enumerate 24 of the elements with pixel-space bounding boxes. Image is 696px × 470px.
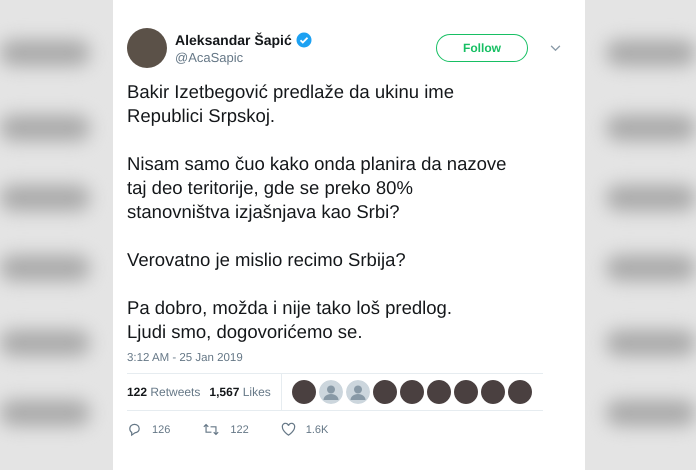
action-count: 122 <box>230 424 249 436</box>
author-name[interactable]: Aleksandar Šapić <box>175 32 292 48</box>
chevron-down-icon[interactable] <box>550 44 561 52</box>
heart-icon[interactable] <box>280 422 296 437</box>
liker-avatar[interactable] <box>426 380 451 404</box>
liker-avatar[interactable] <box>480 380 505 404</box>
profile-avatar[interactable] <box>127 28 167 68</box>
author-handle[interactable]: @AcaSapic <box>175 50 428 64</box>
tweet-text: Verovatno je mislio recimo Srbija? <box>127 248 407 272</box>
liker-avatar[interactable] <box>292 380 316 404</box>
retweet-icon[interactable] <box>202 422 220 437</box>
tweet-text: Nisam samo čuo kako onda planira da nazove taj deo teritorije, gde se preko 80% stanovništva izjašnjava kao Srbi? <box>127 152 508 224</box>
action-count: 126 <box>152 424 170 436</box>
tweet-timestamp[interactable]: 3:12 AM - 25 Jan 2019 <box>127 352 543 374</box>
liker-avatar[interactable] <box>372 380 397 404</box>
stat-link[interactable]: 1,567 Likes <box>209 385 271 399</box>
speech-bubble-icon[interactable] <box>127 422 142 437</box>
liker-avatar[interactable] <box>454 380 478 404</box>
tweet-text: Pa dobro, možda i nije tako loš predlog. Ljudi smo, dogovorićemo se. <box>127 296 453 344</box>
stat-link[interactable]: 122 Retweets <box>127 385 200 399</box>
action-count: 1.6K <box>306 424 328 436</box>
tweet-text: Bakir Izetbegović predlaže da ukinu ime Republici Srpskoj. <box>127 80 456 128</box>
liker-avatar[interactable] <box>508 380 532 404</box>
liker-avatar[interactable] <box>400 380 424 404</box>
